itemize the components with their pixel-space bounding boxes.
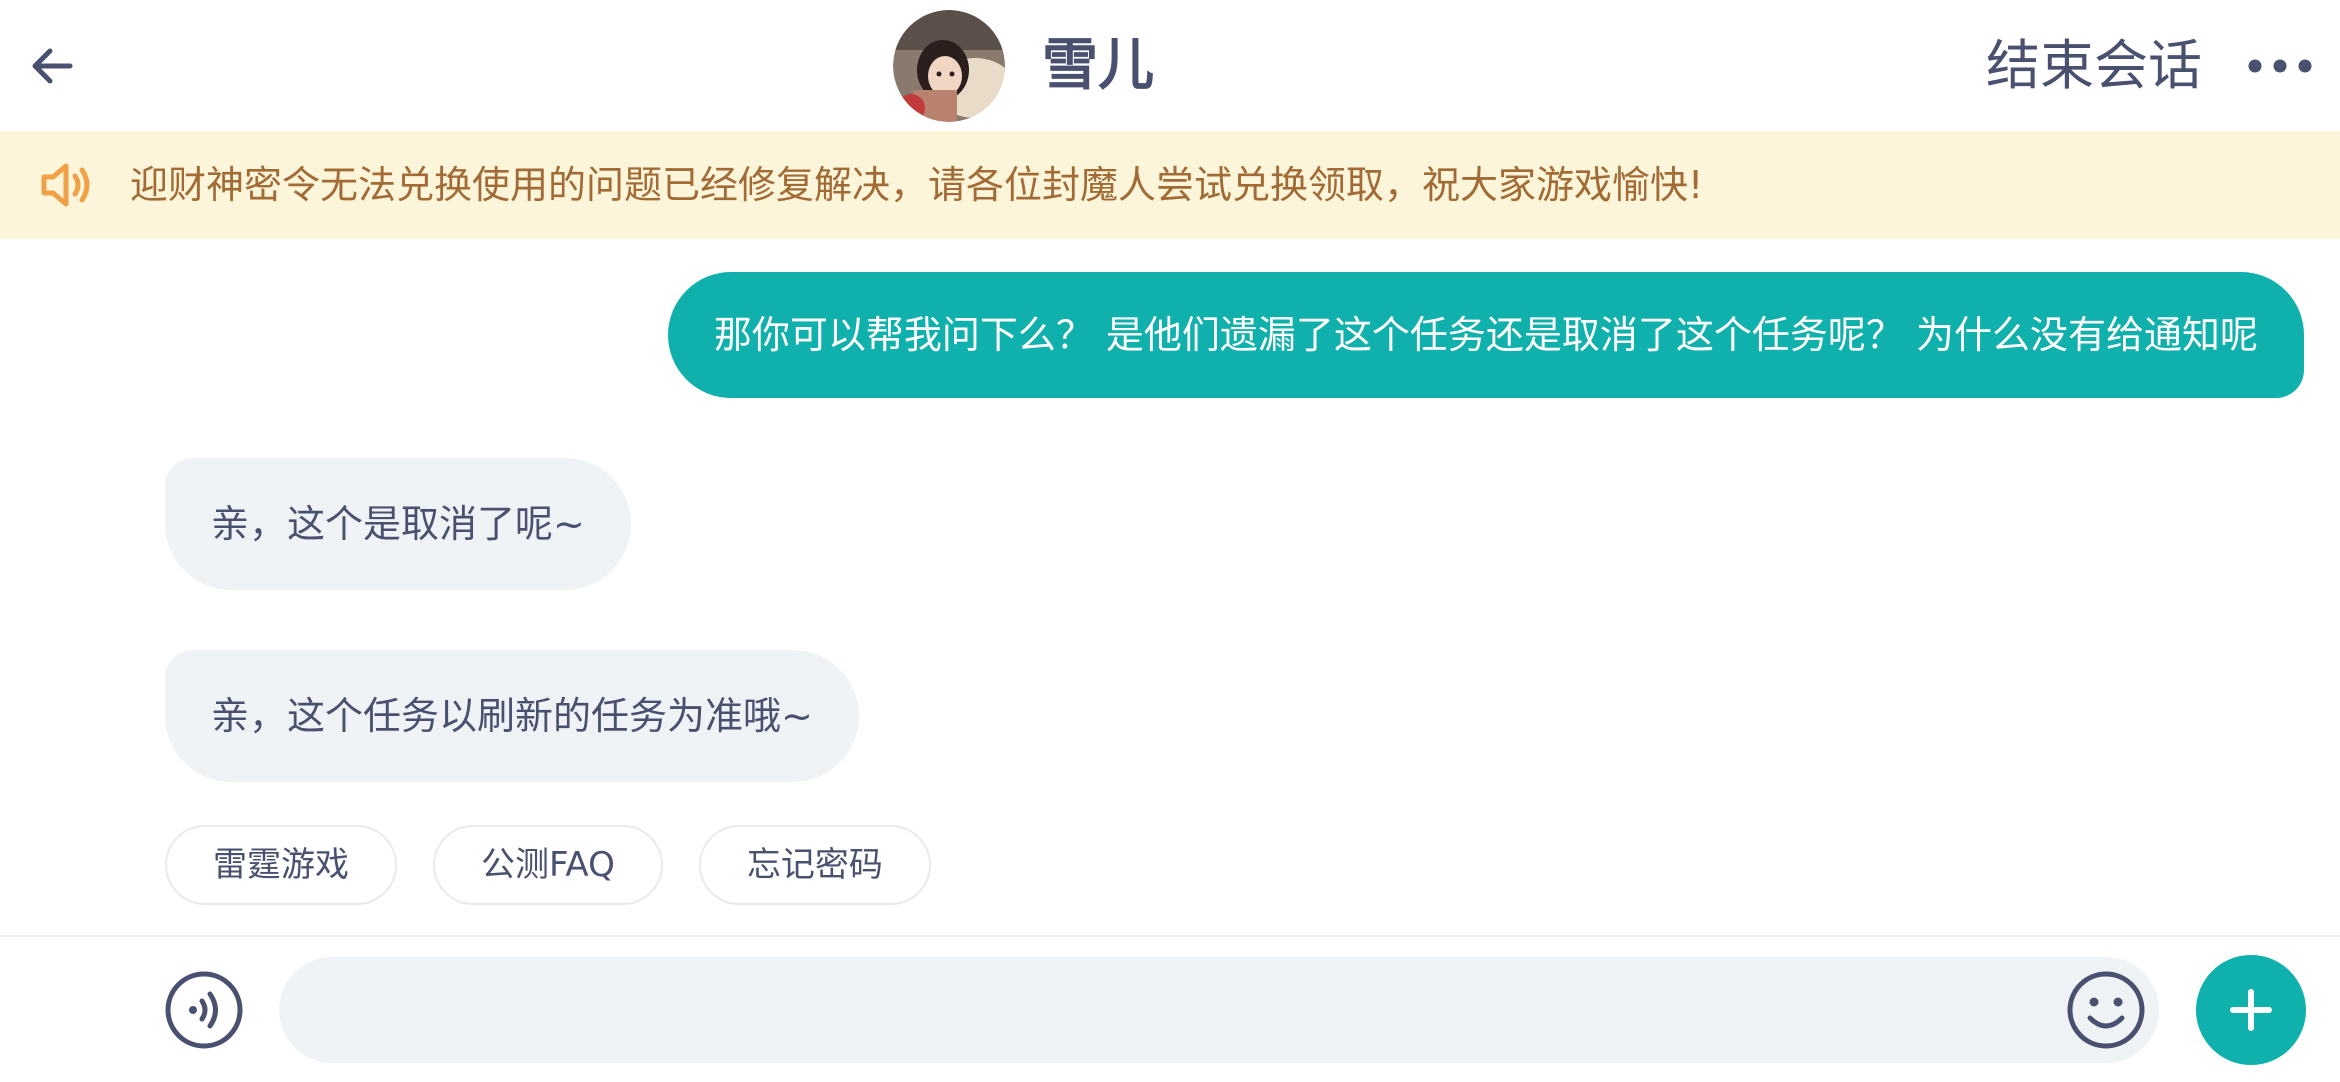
plus-icon <box>2230 989 2272 1031</box>
avatar[interactable] <box>893 10 1005 122</box>
message-input[interactable] <box>279 957 2159 1063</box>
quick-reply-chip[interactable]: 公测FAQ <box>433 825 663 905</box>
end-chat-button[interactable]: 结束会话 <box>1986 28 2202 104</box>
announcement-text: 迎财神密令无法兑换使用的问题已经修复解决，请各位封魔人尝试兑换领取，祝大家游戏愉… <box>130 163 1704 207</box>
chat-header: 雪儿 结束会话 <box>0 0 2340 130</box>
message-list: 那你可以帮我问下么？ 是他们遗漏了这个任务还是取消了这个任务呢？ 为什么没有给通… <box>0 239 2340 935</box>
more-actions-button[interactable] <box>2196 955 2306 1065</box>
arrow-left-icon <box>32 48 73 84</box>
voice-button[interactable] <box>164 970 244 1050</box>
emoji-icon <box>2067 971 2145 1049</box>
speaker-icon <box>41 163 90 207</box>
back-button[interactable] <box>20 30 84 102</box>
input-bar <box>0 935 2340 1082</box>
quick-reply-chip[interactable]: 忘记密码 <box>698 825 931 905</box>
incoming-message: 亲，这个任务以刷新的任务为准哦~ <box>165 650 859 782</box>
announcement-bar: 迎财神密令无法兑换使用的问题已经修复解决，请各位封魔人尝试兑换领取，祝大家游戏愉… <box>0 131 2340 239</box>
contact-name: 雪儿 <box>1042 33 1154 98</box>
quick-reply-chip[interactable]: 雷霆游戏 <box>165 825 397 905</box>
more-dots-icon <box>2248 59 2312 73</box>
incoming-message: 亲，这个是取消了呢~ <box>165 458 631 590</box>
more-button[interactable] <box>2240 36 2320 96</box>
voice-icon <box>165 971 243 1049</box>
outgoing-message: 那你可以帮我问下么？ 是他们遗漏了这个任务还是取消了这个任务呢？ 为什么没有给通… <box>667 272 2304 398</box>
emoji-button[interactable] <box>2066 970 2146 1050</box>
quick-replies: 雷霆游戏 公测FAQ 忘记密码 <box>165 825 931 905</box>
